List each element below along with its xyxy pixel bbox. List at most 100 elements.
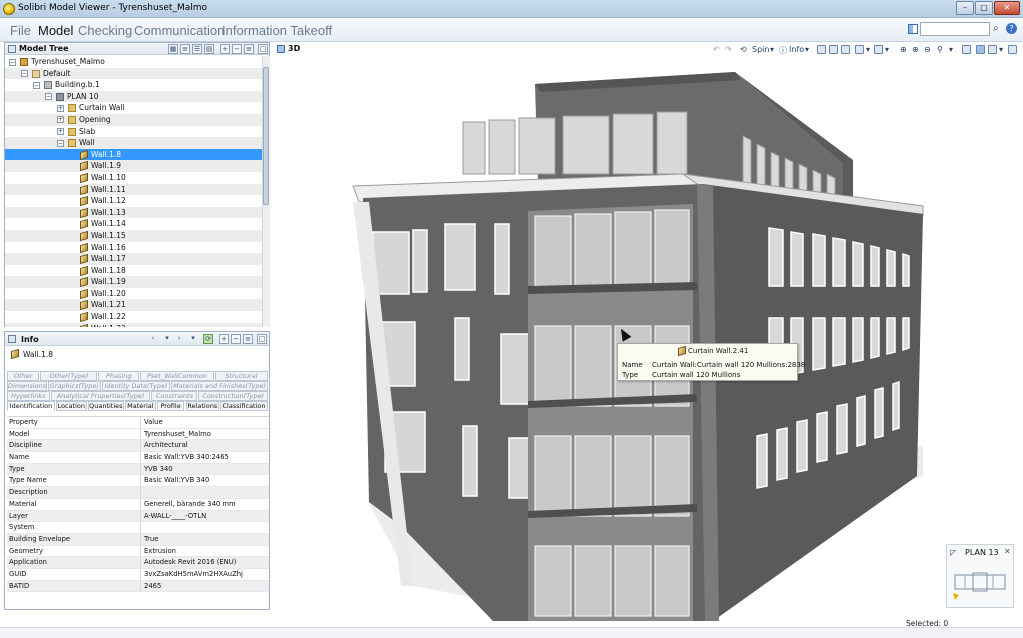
- expand-icon[interactable]: +: [57, 116, 64, 124]
- tab-relations[interactable]: Relations: [185, 401, 220, 411]
- section-icon[interactable]: [841, 45, 850, 54]
- value-column-header[interactable]: Value: [140, 417, 268, 428]
- binoculars-icon[interactable]: ⌕: [993, 23, 999, 34]
- property-row[interactable]: Model Tyrenshuset_Malmo: [7, 428, 269, 441]
- building-model[interactable]: [273, 56, 1023, 627]
- zoom-dropdown-icon[interactable]: ▾: [949, 45, 953, 54]
- tree-node[interactable]: − Wall: [5, 137, 262, 149]
- collapse-icon[interactable]: −: [21, 70, 28, 78]
- zoom-extents-icon[interactable]: ⊕: [900, 45, 907, 54]
- layout-icon[interactable]: [908, 24, 918, 34]
- collapse-icon[interactable]: −: [9, 58, 16, 66]
- tab-analytical-properties-type[interactable]: Analytical Properties(Type): [50, 391, 151, 401]
- expand-icon[interactable]: +: [57, 104, 64, 112]
- tree-scrollbar-thumb[interactable]: [263, 67, 269, 205]
- maximize-button[interactable]: □: [975, 1, 993, 15]
- info-maximize-icon[interactable]: □: [257, 334, 267, 344]
- tab-dimensions[interactable]: Dimensions: [7, 381, 48, 391]
- tab-materials-and-finishes-type[interactable]: Materials and Finishes(Type): [171, 381, 268, 391]
- tree-node[interactable]: + Curtain Wall: [5, 102, 262, 114]
- tab-location[interactable]: Location: [55, 401, 87, 411]
- viewport-maximize-icon[interactable]: [1008, 45, 1017, 54]
- layers-dropdown-icon[interactable]: ▾: [999, 45, 1003, 54]
- info-dropdown-icon[interactable]: ▾: [805, 45, 809, 54]
- tree-node[interactable]: − PLAN 10: [5, 90, 262, 103]
- property-row[interactable]: Discipline Architectural: [7, 440, 269, 453]
- expand-all-icon[interactable]: +: [220, 44, 230, 54]
- collapse-all-icon[interactable]: −: [232, 44, 242, 54]
- tab-constraints[interactable]: Constraints: [151, 391, 198, 401]
- menu-file[interactable]: File: [10, 23, 31, 38]
- panel-maximize-icon[interactable]: □: [258, 44, 268, 54]
- tree-node[interactable]: − Default: [5, 67, 262, 80]
- menu-checking[interactable]: Checking: [78, 23, 132, 38]
- property-row[interactable]: Name Basic Wall:YVB 340:2465: [7, 452, 269, 464]
- info-button[interactable]: Info: [789, 45, 804, 54]
- undo-icon[interactable]: ↶: [713, 45, 720, 54]
- tree-node[interactable]: Wall.1.20: [5, 288, 262, 300]
- minimap-corner-icon[interactable]: ◸: [950, 548, 956, 557]
- property-row[interactable]: Building Envelope True: [7, 533, 269, 546]
- property-row[interactable]: Description: [7, 487, 269, 499]
- tree-node[interactable]: Wall.1.11: [5, 183, 262, 196]
- spin-dropdown-icon[interactable]: ▾: [770, 45, 774, 54]
- spin-button[interactable]: Spin: [752, 45, 769, 54]
- 3d-viewport[interactable]: 3D ↶ ↷ ⟲ Spin ▾ ⓘ Info ▾ ▾ ▾ ⊕ ⊕ ⊖ ⚲ ▾ ▾: [273, 42, 1023, 627]
- tree-group-icon[interactable]: ☰: [192, 44, 202, 54]
- tree-node[interactable]: Wall.1.18: [5, 265, 262, 277]
- zoom-in-icon[interactable]: ⊕: [912, 45, 919, 54]
- tree-node[interactable]: − Tyrenshuset_Malmo: [5, 56, 262, 68]
- components-dropdown-icon[interactable]: ▾: [885, 45, 889, 54]
- tree-node[interactable]: + Slab: [5, 126, 262, 138]
- tree-filter-icon[interactable]: ≡: [180, 44, 190, 54]
- back-arrow-icon[interactable]: ‹: [148, 334, 158, 344]
- property-row[interactable]: System: [7, 522, 269, 534]
- tab-hyperlinks[interactable]: Hyperlinks: [7, 391, 50, 401]
- property-row[interactable]: Material Generell, bärande 340 mm: [7, 498, 269, 511]
- forward-arrow-icon[interactable]: ›: [174, 334, 184, 344]
- tab-classification[interactable]: Classification: [220, 401, 268, 411]
- spin-icon[interactable]: ⟲: [740, 45, 747, 54]
- tab-material[interactable]: Material: [125, 401, 156, 411]
- redo-icon[interactable]: ↷: [725, 45, 732, 54]
- tree-node[interactable]: Wall.1.23: [5, 322, 262, 327]
- tree-view-icon[interactable]: ▦: [168, 44, 178, 54]
- property-column-header[interactable]: Property: [9, 417, 139, 429]
- tree-node[interactable]: Wall.1.17: [5, 253, 262, 265]
- components-icon[interactable]: [874, 45, 883, 54]
- slice-icon[interactable]: [829, 45, 838, 54]
- menu-information-takeoff[interactable]: Information Takeoff: [222, 23, 332, 38]
- minimap-close-icon[interactable]: ✕: [1004, 547, 1011, 556]
- property-row[interactable]: Geometry Extrusion: [7, 545, 269, 558]
- tab-other-type[interactable]: Other(Type): [40, 371, 98, 381]
- tab-structural[interactable]: Structural: [214, 371, 268, 381]
- tree-node[interactable]: Wall.1.21: [5, 299, 262, 312]
- menu-communication[interactable]: Communication: [134, 23, 224, 38]
- zoom-window-icon[interactable]: ⚲: [937, 45, 943, 54]
- property-row[interactable]: Layer A-WALL-____-OTLN: [7, 510, 269, 523]
- close-button[interactable]: ✕: [994, 1, 1020, 15]
- panel-menu-icon[interactable]: ≡: [244, 44, 254, 54]
- projection-icon[interactable]: [962, 45, 971, 54]
- tree-node[interactable]: Wall.1.13: [5, 206, 262, 219]
- floor-plan-minimap[interactable]: ◸ PLAN 13 ✕: [946, 544, 1014, 608]
- measure-icon[interactable]: [855, 45, 864, 54]
- property-row[interactable]: Type YVB 340: [7, 463, 269, 476]
- tree-node[interactable]: Wall.1.10: [5, 172, 262, 184]
- tree-node[interactable]: − Building.b.1: [5, 79, 262, 91]
- minimize-button[interactable]: –: [956, 1, 974, 15]
- tree-node[interactable]: Wall.1.16: [5, 242, 262, 254]
- nav-menu-icon[interactable]: ▾: [162, 334, 172, 344]
- tree-layout-icon[interactable]: ▤: [204, 44, 214, 54]
- info-expand-icon[interactable]: +: [219, 334, 229, 344]
- layers-icon[interactable]: [988, 45, 997, 54]
- zoom-out-icon[interactable]: ⊖: [924, 45, 931, 54]
- property-row[interactable]: Application Autodesk Revit 2016 (ENU): [7, 557, 269, 569]
- collapse-icon[interactable]: −: [45, 93, 52, 101]
- tab-construction-type[interactable]: Construction(Type): [198, 391, 268, 401]
- property-row[interactable]: BATID 2465: [7, 580, 269, 593]
- tree-node[interactable]: Wall.1.9: [5, 160, 262, 172]
- tab-phasing[interactable]: Phasing: [98, 371, 140, 381]
- tree-node[interactable]: Wall.1.19: [5, 276, 262, 288]
- forward-menu-icon[interactable]: ▾: [188, 334, 198, 344]
